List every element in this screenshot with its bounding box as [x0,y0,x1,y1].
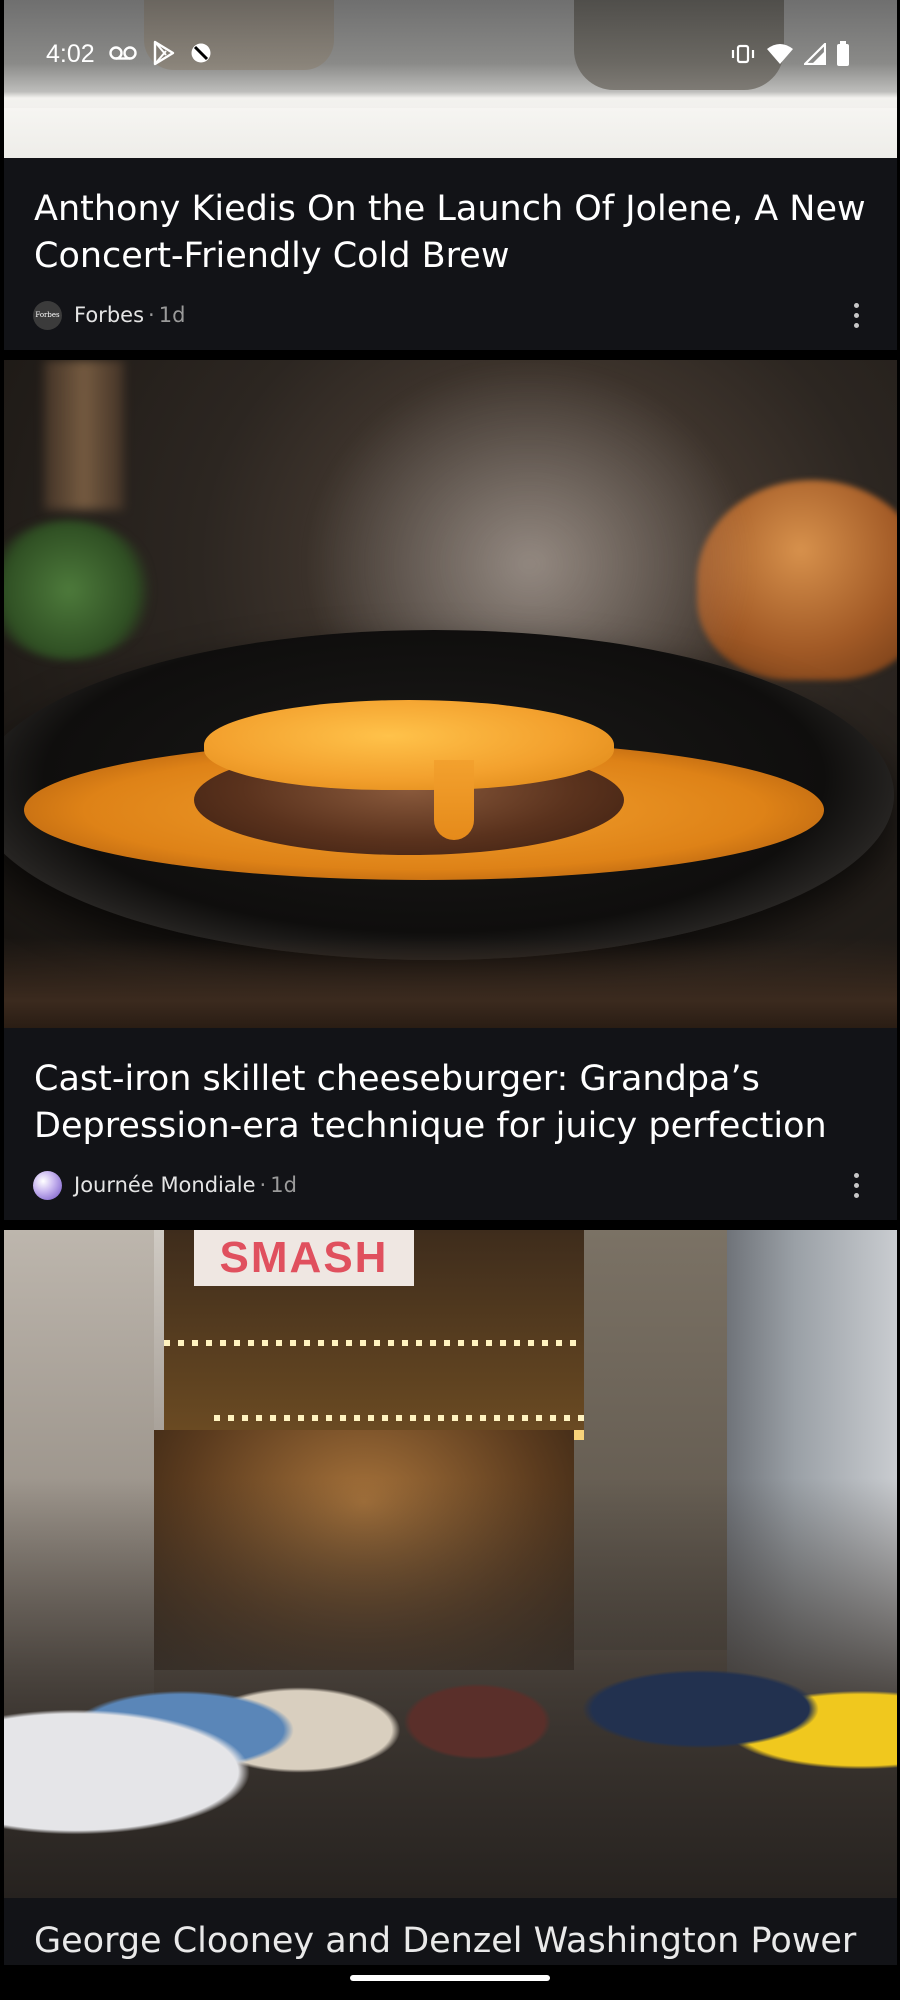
image-detail [164,1340,584,1346]
image-detail [204,700,614,790]
gesture-home-bar[interactable] [350,1975,550,1981]
source-logo: Forbes [33,300,62,330]
article-image[interactable]: SMASH [4,1230,897,1898]
article-age: 1d [270,1173,297,1197]
article-card[interactable]: SMASH George Clooney and Denzel Washingt… [4,1230,897,1965]
image-detail [4,520,154,660]
card-divider [4,350,897,360]
article-title[interactable]: Anthony Kiedis On the Launch Of Jolene, … [4,158,897,280]
image-detail [4,108,897,158]
source-name: Forbes [74,303,145,327]
article-feed: Anthony Kiedis On the Launch Of Jolene, … [4,0,897,1965]
article-meta: Journée Mondiale · 1d [4,1150,897,1220]
article-card[interactable]: Cast-iron skillet cheeseburger: Grandpa’… [4,360,897,1220]
article-age: 1d [158,303,186,327]
meta-separator: · [259,1173,267,1197]
image-detail [434,760,474,840]
article-image[interactable] [4,360,897,1028]
image-sign-text: SMASH [194,1230,414,1286]
image-detail [144,0,334,70]
image-detail [44,360,124,510]
source-name: Journée Mondiale [74,1173,256,1197]
card-divider [4,1220,897,1230]
more-options-icon[interactable] [841,295,871,335]
more-options-icon[interactable] [841,1165,871,1205]
news-feed-screen: 4:02 Anthony Kiedis On the Launch Of Jol… [0,0,900,2000]
image-detail [574,0,784,90]
image-detail [4,938,897,1028]
meta-separator: · [148,303,155,327]
article-meta: Forbes Forbes · 1d [4,280,897,350]
article-image[interactable] [4,0,897,158]
image-detail [4,1478,897,1898]
article-title[interactable]: George Clooney and Denzel Washington Pow… [4,1898,897,1965]
source-logo [33,1170,62,1200]
image-detail [214,1415,584,1421]
article-title[interactable]: Cast-iron skillet cheeseburger: Grandpa’… [4,1028,897,1150]
article-card[interactable]: Anthony Kiedis On the Launch Of Jolene, … [4,0,897,350]
